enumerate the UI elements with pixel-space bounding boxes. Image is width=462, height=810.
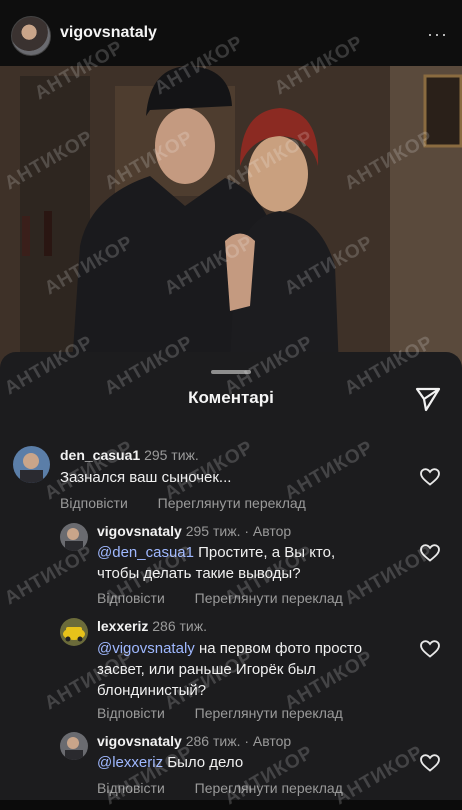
reply-button[interactable]: Відповісти xyxy=(97,590,165,606)
comment-actions: Відповісти Переглянути переклад xyxy=(97,705,343,721)
comment-time: 286 тиж. xyxy=(152,618,208,634)
commenter-avatar[interactable] xyxy=(60,523,88,551)
author-badge: · Автор xyxy=(244,523,292,539)
mention-link[interactable]: @den_casua1 xyxy=(97,544,194,561)
post-header: vigovsnataly ··· xyxy=(0,0,462,66)
post-photo[interactable] xyxy=(0,66,462,396)
comment-username[interactable]: den_casua1 295 тиж. xyxy=(60,447,199,463)
comment-text: @den_casua1 Простите, а Вы кто, чтобы де… xyxy=(97,542,335,584)
comment-user[interactable]: lexxeriz xyxy=(97,618,148,634)
comment-username[interactable]: vigovsnataly 286 тиж. · Автор xyxy=(97,733,291,749)
comment-username[interactable]: lexxeriz 286 тиж. xyxy=(97,618,207,634)
like-heart-icon[interactable] xyxy=(420,544,440,562)
like-heart-icon[interactable] xyxy=(420,754,440,772)
comment-text-line: на первом фото просто xyxy=(194,640,363,657)
share-send-icon[interactable] xyxy=(414,386,442,412)
translate-button[interactable]: Переглянути переклад xyxy=(158,495,306,511)
comment-time: 295 тиж. xyxy=(185,523,241,539)
comment-actions: Відповісти Переглянути переклад xyxy=(97,590,343,606)
commenter-avatar[interactable] xyxy=(60,618,88,646)
translate-button[interactable]: Переглянути переклад xyxy=(195,780,343,796)
profile-avatar[interactable] xyxy=(11,16,51,56)
comments-title: Коментарі xyxy=(188,388,274,407)
commenter-avatar[interactable] xyxy=(60,732,88,760)
author-badge: · Автор xyxy=(244,733,292,749)
comment-text: @vigovsnataly на первом фото просто засв… xyxy=(97,638,362,701)
like-heart-icon[interactable] xyxy=(420,468,440,486)
reply-button[interactable]: Відповісти xyxy=(60,495,128,511)
mention-link[interactable]: @vigovsnataly xyxy=(97,640,195,657)
translate-button[interactable]: Переглянути переклад xyxy=(195,705,343,721)
comment-user[interactable]: den_casua1 xyxy=(60,447,140,463)
like-heart-icon[interactable] xyxy=(420,640,440,658)
comment-actions: Відповісти Переглянути переклад xyxy=(60,495,306,511)
reply-button[interactable]: Відповісти xyxy=(97,780,165,796)
commenter-avatar[interactable] xyxy=(13,446,50,483)
more-options-icon[interactable]: ··· xyxy=(427,24,448,45)
comment-text-line: Простите, а Вы кто, xyxy=(193,544,336,561)
comment-time: 295 тиж. xyxy=(144,447,199,463)
comment-time: 286 тиж. xyxy=(185,733,241,749)
comment-text-line: чтобы делать такие выводы? xyxy=(97,565,301,582)
comment-user[interactable]: vigovsnataly xyxy=(97,523,182,539)
comment-actions: Відповісти Переглянути переклад xyxy=(97,780,343,796)
post-username[interactable]: vigovsnataly xyxy=(60,24,157,42)
comment-text-line: Было дело xyxy=(163,754,244,771)
comment-user[interactable]: vigovsnataly xyxy=(97,733,182,749)
comment-username[interactable]: vigovsnataly 295 тиж. · Автор xyxy=(97,523,291,539)
translate-button[interactable]: Переглянути переклад xyxy=(195,590,343,606)
mention-link[interactable]: @lexxeriz xyxy=(97,754,163,771)
comment-text: @lexxeriz Было дело xyxy=(97,752,243,773)
comment-text-line: блондинистый? xyxy=(97,682,207,699)
comment-text-line: засвет, или раньше Игорёк был xyxy=(97,661,316,678)
reply-button[interactable]: Відповісти xyxy=(97,705,165,721)
sheet-drag-handle[interactable] xyxy=(211,370,251,374)
comment-text: Зазнался ваш сыночек... xyxy=(60,469,232,486)
